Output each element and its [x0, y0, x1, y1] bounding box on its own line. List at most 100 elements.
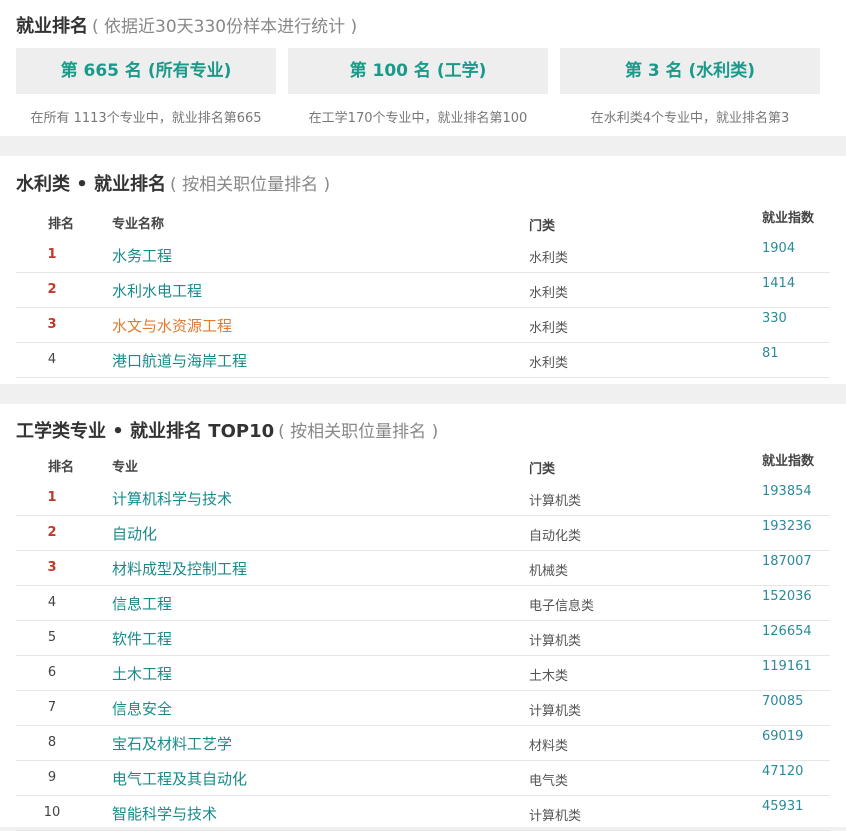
- rank-cell: 2: [47, 525, 57, 540]
- employment-index-cell: 81: [762, 346, 779, 361]
- rank-cell: 1: [47, 247, 57, 262]
- category-cell: 电气类: [529, 774, 569, 789]
- engineering-top10-table: 排名 专业 门类 就业指数 1 计算机科学与技术 计算机类 193854 2 自动化 自动化…: [16, 449, 830, 831]
- rank-cell: 10: [43, 805, 61, 820]
- engineering-top10-title-text: 工学类专业 • 就业排名 TOP10: [16, 421, 275, 442]
- major-name-link[interactable]: 材料成型及控制工程: [112, 558, 247, 579]
- category-cell: 机械类: [529, 564, 569, 579]
- employment-index-cell: 193236: [762, 519, 812, 534]
- header-name: 专业: [112, 460, 139, 475]
- summary-section: 就业排名( 依据近30天330份样本进行统计 ) 第 665 名 (所有专业) …: [0, 0, 846, 136]
- employment-index-cell: 193854: [762, 484, 812, 499]
- rank-cell: 4: [47, 352, 57, 367]
- summary-title-text: 就业排名: [16, 16, 88, 37]
- employment-index-cell: 69019: [762, 729, 804, 744]
- rank-cell: 2: [47, 282, 57, 297]
- header-rank: 排名: [48, 460, 75, 475]
- water-ranking-table: 排名 专业名称 门类 就业指数 1 水务工程 水利类 1904 2 水利水电工程 水利类 14…: [16, 206, 830, 378]
- major-name-link[interactable]: 宝石及材料工艺学: [112, 733, 232, 754]
- employment-index-cell: 45931: [762, 799, 804, 814]
- header-category: 门类: [529, 462, 556, 477]
- rank-desc-water-conservancy: 在水利类4个专业中，就业排名第3: [590, 111, 790, 126]
- header-index: 就业指数: [762, 211, 815, 226]
- category-cell: 水利类: [529, 356, 569, 371]
- category-cell: 水利类: [529, 286, 569, 301]
- table-row: 3 材料成型及控制工程 机械类 187007: [16, 551, 830, 586]
- category-cell: 计算机类: [529, 634, 582, 649]
- table-row: 2 水利水电工程 水利类 1414: [16, 273, 830, 308]
- rank-desc-engineering: 在工学170个专业中，就业排名第100: [308, 111, 528, 126]
- rank-cell: 1: [47, 490, 57, 505]
- table-row: 5 软件工程 计算机类 126654: [16, 621, 830, 656]
- major-name-link[interactable]: 自动化: [112, 523, 157, 544]
- summary-title: 就业排名( 依据近30天330份样本进行统计 ): [16, 12, 357, 38]
- category-cell: 土木类: [529, 669, 569, 684]
- major-name-link[interactable]: 信息工程: [112, 593, 172, 614]
- employment-index-cell: 330: [762, 311, 787, 326]
- major-name-link[interactable]: 水利水电工程: [112, 280, 202, 301]
- major-name-link[interactable]: 水务工程: [112, 245, 172, 266]
- category-cell: 计算机类: [529, 494, 582, 509]
- rank-cell: 5: [47, 630, 57, 645]
- rank-box-engineering: 第 100 名 (工学): [288, 48, 548, 94]
- employment-index-cell: 1414: [762, 276, 796, 291]
- table-row: 10 智能科学与技术 计算机类 45931: [16, 796, 830, 831]
- major-name-link[interactable]: 智能科学与技术: [112, 803, 217, 824]
- header-category: 门类: [529, 219, 556, 234]
- employment-index-cell: 187007: [762, 554, 812, 569]
- major-name-link[interactable]: 软件工程: [112, 628, 172, 649]
- employment-index-cell: 152036: [762, 589, 812, 604]
- employment-index-cell: 47120: [762, 764, 804, 779]
- header-rank: 排名: [48, 217, 75, 232]
- table-header: 排名 专业名称 门类 就业指数: [16, 206, 830, 238]
- water-ranking-subtitle: ( 按相关职位量排名 ): [170, 175, 331, 195]
- category-cell: 水利类: [529, 251, 569, 266]
- category-cell: 计算机类: [529, 704, 582, 719]
- table-row: 4 信息工程 电子信息类 152036: [16, 586, 830, 621]
- header-name: 专业名称: [112, 217, 165, 232]
- water-ranking-title-text: 水利类 • 就业排名: [16, 174, 167, 195]
- table-row: 9 电气工程及其自动化 电气类 47120: [16, 761, 830, 796]
- table-row: 1 水务工程 水利类 1904: [16, 238, 830, 273]
- rank-cell: 8: [47, 735, 57, 750]
- major-name-link[interactable]: 电气工程及其自动化: [112, 768, 247, 789]
- water-ranking-section: 水利类 • 就业排名( 按相关职位量排名 ) 排名 专业名称 门类 就业指数 1…: [0, 156, 846, 384]
- rank-box-all-majors: 第 665 名 (所有专业): [16, 48, 276, 94]
- category-cell: 水利类: [529, 321, 569, 336]
- header-index: 就业指数: [762, 454, 815, 469]
- major-name-link[interactable]: 水文与水资源工程: [112, 315, 232, 336]
- employment-index-cell: 126654: [762, 624, 812, 639]
- engineering-top10-section: 工学类专业 • 就业排名 TOP10( 按相关职位量排名 ) 排名 专业 门类 …: [0, 404, 846, 831]
- category-cell: 计算机类: [529, 809, 582, 824]
- major-name-link[interactable]: 计算机科学与技术: [112, 488, 232, 509]
- major-name-link[interactable]: 信息安全: [112, 698, 172, 719]
- rank-cell: 3: [47, 317, 57, 332]
- rank-cell: 3: [47, 560, 57, 575]
- category-cell: 自动化类: [529, 529, 582, 544]
- major-name-link[interactable]: 港口航道与海岸工程: [112, 350, 247, 371]
- table-row: 4 港口航道与海岸工程 水利类 81: [16, 343, 830, 378]
- table-header: 排名 专业 门类 就业指数: [16, 449, 830, 481]
- table-row: 7 信息安全 计算机类 70085: [16, 691, 830, 726]
- employment-index-cell: 119161: [762, 659, 812, 674]
- rank-cell: 9: [47, 770, 57, 785]
- water-ranking-title: 水利类 • 就业排名( 按相关职位量排名 ): [16, 170, 330, 196]
- summary-subtitle: ( 依据近30天330份样本进行统计 ): [92, 17, 358, 37]
- table-row: 6 土木工程 土木类 119161: [16, 656, 830, 691]
- category-cell: 材料类: [529, 739, 569, 754]
- major-name-link[interactable]: 土木工程: [112, 663, 172, 684]
- rank-box-water-conservancy: 第 3 名 (水利类): [560, 48, 820, 94]
- employment-index-cell: 1904: [762, 241, 796, 256]
- table-row: 8 宝石及材料工艺学 材料类 69019: [16, 726, 830, 761]
- category-cell: 电子信息类: [529, 599, 595, 614]
- table-row: 2 自动化 自动化类 193236: [16, 516, 830, 551]
- table-row: 3 水文与水资源工程 水利类 330: [16, 308, 830, 343]
- rank-cell: 7: [47, 700, 57, 715]
- table-row: 1 计算机科学与技术 计算机类 193854: [16, 481, 830, 516]
- rank-cell: 4: [47, 595, 57, 610]
- rank-desc-all-majors: 在所有 1113个专业中，就业排名第665: [30, 111, 262, 126]
- engineering-top10-subtitle: ( 按相关职位量排名 ): [278, 422, 439, 442]
- engineering-top10-title: 工学类专业 • 就业排名 TOP10( 按相关职位量排名 ): [16, 417, 438, 443]
- employment-index-cell: 70085: [762, 694, 804, 709]
- rank-cell: 6: [47, 665, 57, 680]
